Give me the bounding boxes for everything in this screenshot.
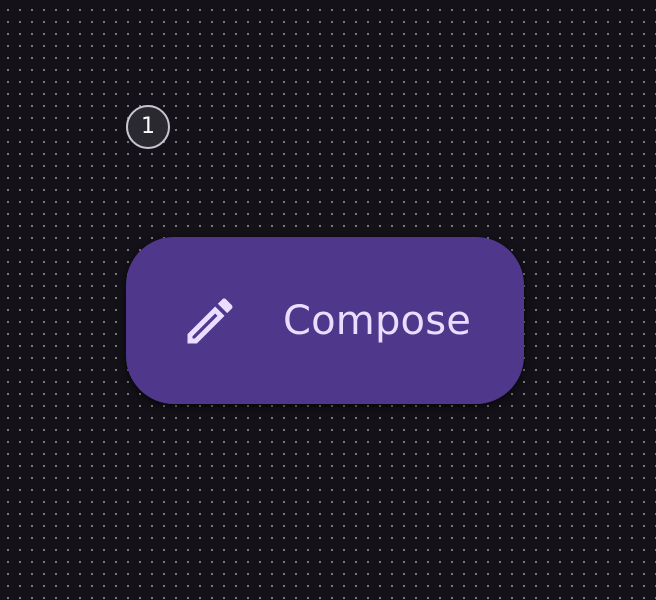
pencil-icon — [180, 291, 240, 351]
compose-fab-button[interactable]: Compose — [126, 237, 524, 404]
annotation-marker-badge: 1 — [126, 105, 170, 149]
canvas-background: 1 Compose — [0, 0, 656, 600]
compose-fab-label: Compose — [283, 298, 472, 344]
